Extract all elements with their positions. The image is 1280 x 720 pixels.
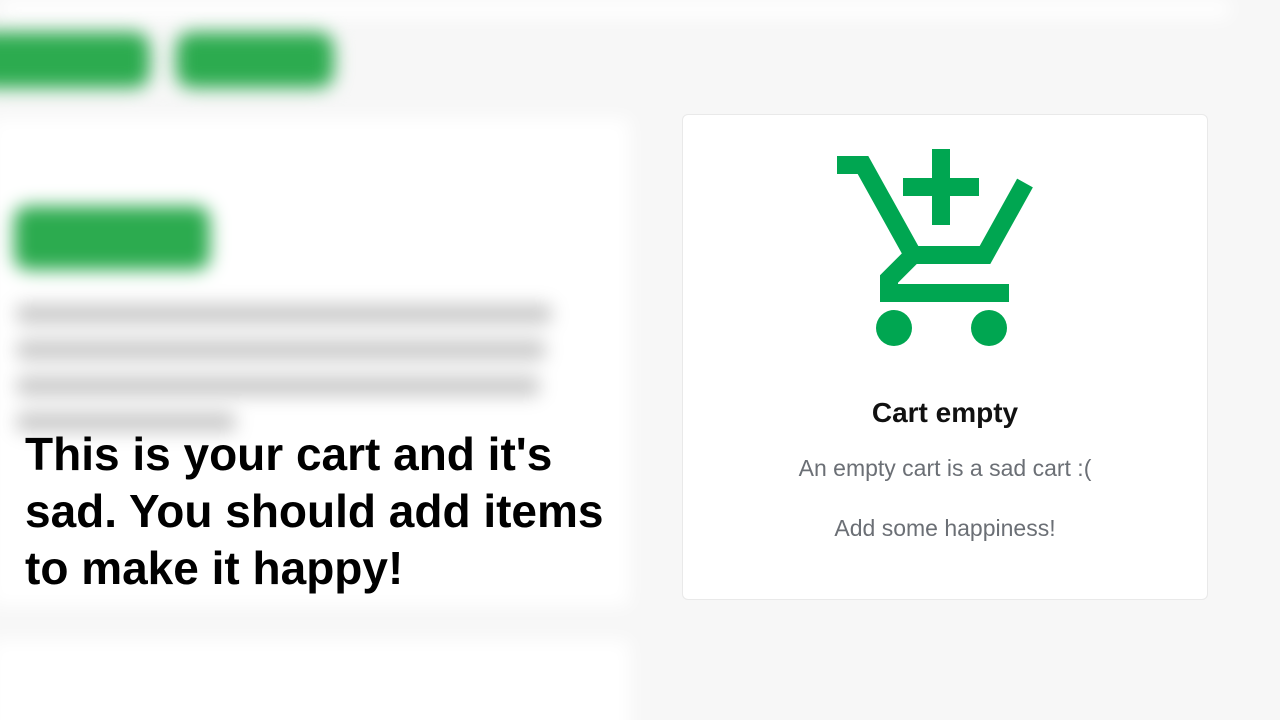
cart-plus-icon [837,149,1033,346]
cart-plus-icon-shape [837,149,1033,346]
description-line [16,340,546,360]
category-button[interactable] [0,32,150,88]
description-line [16,304,552,324]
cart-empty-cta: Add some happiness! [834,515,1056,541]
header-bar [0,0,1230,18]
tutorial-caption: This is your cart and it's sad. You shou… [25,428,604,594]
add-to-cart-button[interactable] [14,206,210,270]
cart-empty-message: An empty cart is a sad cart :( [798,455,1092,481]
cart-empty-title: Cart empty [871,397,1019,428]
description-line [16,376,540,396]
cart-panel: Cart empty An empty cart is a sad cart :… [682,114,1208,600]
page: This is your cart and it's sad. You shou… [0,0,1280,720]
product-card [0,640,630,720]
category-button[interactable] [176,32,334,88]
